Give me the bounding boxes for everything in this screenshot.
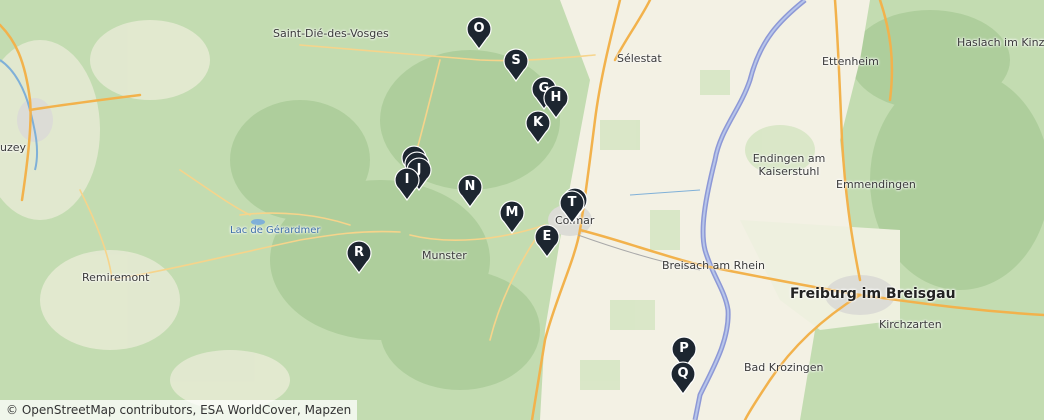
marker-label: O (473, 21, 485, 36)
map-marker[interactable]: T (559, 190, 585, 224)
map-marker[interactable]: O (466, 16, 492, 50)
place-label-ettenheim: Ettenheim (822, 55, 879, 68)
map-attribution[interactable]: © OpenStreetMap contributors, ESA WorldC… (0, 400, 358, 420)
place-label-partial-west: uzey (0, 141, 27, 154)
map-marker[interactable]: I (394, 167, 420, 201)
marker-label: Q (677, 366, 689, 381)
map-marker[interactable]: E (534, 224, 560, 258)
marker-label: K (532, 115, 544, 130)
place-label-breisach: Breisach am Rhein (662, 259, 766, 272)
marker-label: I (404, 172, 410, 187)
place-label-haslach: Haslach im Kinz (957, 36, 1044, 49)
place-label-emmendingen: Emmendingen (836, 178, 916, 191)
place-label-endingen: Endingen am Kaiserstuhl (752, 152, 826, 178)
map-marker[interactable]: S (503, 48, 529, 82)
map-marker[interactable]: Q (670, 361, 696, 395)
map-marker[interactable]: M (499, 200, 525, 234)
place-label-selestat: Sélestat (617, 52, 662, 65)
place-label-kirchzarten: Kirchzarten (879, 318, 942, 331)
map-marker[interactable]: K (525, 110, 551, 144)
place-label-munster: Munster (422, 249, 467, 262)
marker-label: E (542, 229, 552, 244)
marker-label: N (464, 179, 476, 194)
place-label-remiremont: Remiremont (82, 271, 150, 284)
map-marker[interactable]: N (457, 174, 483, 208)
marker-label: H (550, 90, 562, 105)
marker-label: S (511, 53, 521, 68)
marker-label: M (505, 205, 519, 220)
marker-label: T (567, 195, 577, 210)
marker-label: P (679, 341, 689, 356)
place-label-freiburg: Freiburg im Breisgau (790, 286, 956, 302)
map-marker[interactable]: R (346, 240, 372, 274)
map-view[interactable]: Saint-Dié-des-Vosges Sélestat Haslach im… (0, 0, 1044, 420)
marker-label: R (353, 245, 364, 260)
place-label-bad-krozingen: Bad Krozingen (744, 361, 824, 374)
place-label-gerardmer: Lac de Gérardmer (230, 225, 321, 236)
place-label-saint-die: Saint-Dié-des-Vosges (273, 27, 389, 40)
